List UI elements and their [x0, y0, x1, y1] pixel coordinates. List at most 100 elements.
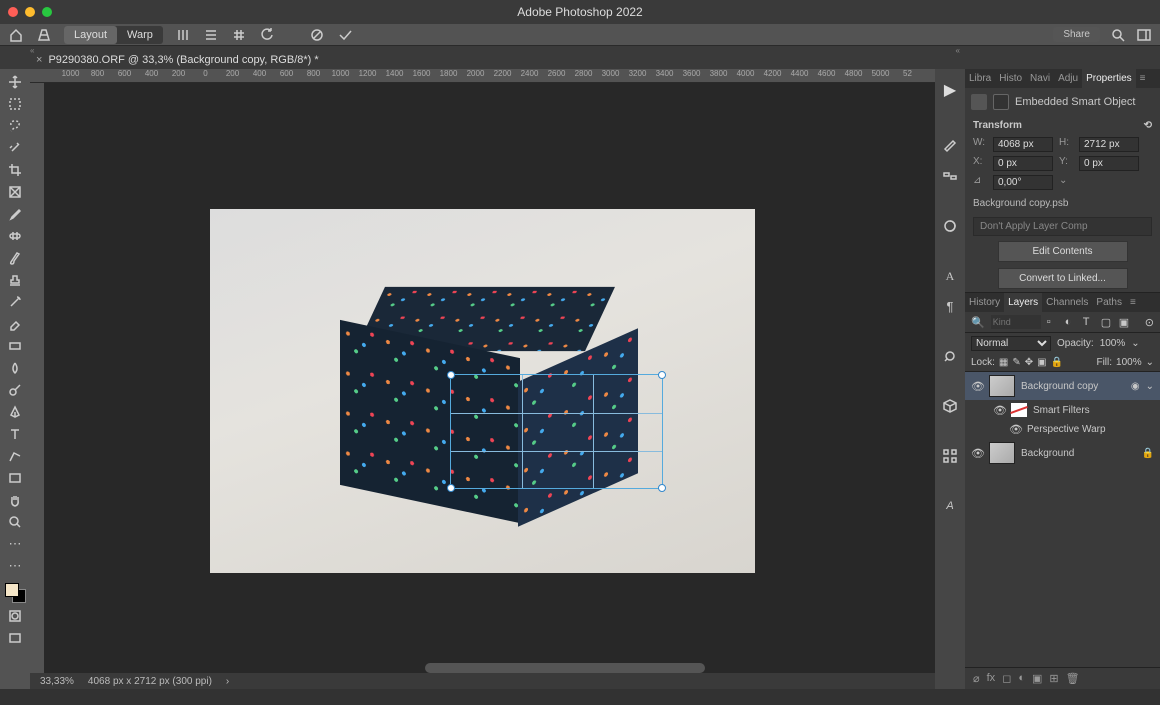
more-tools[interactable]: ⋯	[4, 535, 26, 553]
filter-search-icon[interactable]: 🔍	[971, 316, 985, 329]
adjustment-add-icon[interactable]: ◐	[1018, 672, 1025, 685]
lock-trans-icon[interactable]: ▦	[999, 357, 1008, 368]
grid-both-icon[interactable]	[231, 27, 247, 43]
status-more-icon[interactable]: ›	[226, 676, 229, 687]
layer-name[interactable]: Background copy	[1021, 381, 1098, 392]
close-window[interactable]	[8, 7, 18, 17]
tab-adjustments[interactable]: Adju	[1054, 69, 1082, 88]
layer-row[interactable]: 👁 Background copy ◉ ⌄	[965, 372, 1160, 400]
layer-thumbnail[interactable]	[989, 375, 1015, 397]
wand-tool[interactable]	[4, 139, 26, 157]
visibility-icon[interactable]: 👁	[971, 447, 983, 460]
zoom-level[interactable]: 33,33%	[40, 676, 74, 687]
stamp-tool[interactable]	[4, 271, 26, 289]
play-action-icon[interactable]: ▶	[935, 75, 965, 105]
filter-toggle[interactable]: ⊙	[1145, 316, 1154, 329]
glyphs-panel-icon[interactable]: A	[941, 497, 959, 515]
marquee-tool[interactable]	[4, 95, 26, 113]
layer-filter-input[interactable]	[991, 315, 1041, 329]
layer-thumbnail[interactable]	[989, 442, 1015, 464]
history-brush-tool[interactable]	[4, 293, 26, 311]
canvas-area[interactable]: 1000800600400200020040060080010001200140…	[30, 69, 935, 689]
lock-all-icon[interactable]: 🔒	[1051, 357, 1063, 368]
3d-panel-icon[interactable]	[941, 397, 959, 415]
shape-tool[interactable]	[4, 469, 26, 487]
search-icon[interactable]	[1110, 27, 1126, 43]
tab-properties[interactable]: Properties	[1082, 69, 1136, 88]
brush-panel-icon[interactable]	[941, 347, 959, 365]
tab-histogram[interactable]: Histo	[995, 69, 1026, 88]
minimize-window[interactable]	[25, 7, 35, 17]
character-panel-icon[interactable]: A	[941, 267, 959, 285]
swatches-panel-icon[interactable]	[941, 167, 959, 185]
visibility-icon[interactable]: 👁	[1009, 423, 1021, 436]
lock-pixels-icon[interactable]: ✎	[1012, 357, 1020, 368]
grid-3row-icon[interactable]	[203, 27, 219, 43]
move-tool[interactable]	[4, 73, 26, 91]
reset-icon[interactable]	[259, 27, 275, 43]
tab-paths[interactable]: Paths	[1092, 293, 1126, 312]
dodge-tool[interactable]	[4, 381, 26, 399]
angle-input[interactable]: 0,00°	[993, 175, 1053, 190]
adjustments-panel-icon[interactable]	[941, 217, 959, 235]
close-tab-icon[interactable]: ×	[36, 54, 42, 66]
filter-type-icon[interactable]: T	[1083, 316, 1095, 328]
convert-linked-button[interactable]: Convert to Linked...	[998, 268, 1128, 289]
color-panel-icon[interactable]	[941, 137, 959, 155]
commit-icon[interactable]	[337, 27, 353, 43]
frame-tool[interactable]	[4, 183, 26, 201]
filter-image-icon[interactable]: ▫	[1047, 316, 1059, 328]
filter-shape-icon[interactable]: ▢	[1101, 316, 1113, 328]
screenmode-tool[interactable]	[4, 629, 26, 647]
blur-tool[interactable]	[4, 359, 26, 377]
y-input[interactable]: 0 px	[1079, 156, 1139, 171]
panel-menu-icon[interactable]: ≡	[1136, 69, 1150, 88]
styles-panel-icon[interactable]	[941, 447, 959, 465]
layer-row[interactable]: 👁 Background 🔒	[965, 439, 1160, 467]
eyedropper-tool[interactable]	[4, 205, 26, 223]
visibility-icon[interactable]: 👁	[971, 380, 983, 393]
filter-adjust-icon[interactable]: ◐	[1065, 316, 1077, 328]
tab-libraries[interactable]: Libra	[965, 69, 995, 88]
layer-add-icon[interactable]: ⊞	[1049, 672, 1058, 685]
link-layers-icon[interactable]: ⌀	[973, 672, 980, 685]
perspective-warp-icon[interactable]	[36, 27, 52, 43]
fx-icon[interactable]: fx	[987, 672, 996, 685]
share-button[interactable]: Share	[1053, 27, 1100, 42]
visibility-icon[interactable]: 👁	[993, 404, 1005, 417]
layer-row[interactable]: 👁 Smart Filters	[965, 400, 1160, 420]
workspace-icon[interactable]	[1136, 27, 1152, 43]
blend-mode-select[interactable]: Normal	[971, 336, 1051, 351]
group-add-icon[interactable]: ▣	[1032, 672, 1042, 685]
warp-mode-button[interactable]: Warp	[117, 26, 163, 44]
tab-history[interactable]: History	[965, 293, 1004, 312]
grid-3col-icon[interactable]	[175, 27, 191, 43]
document-canvas[interactable]	[210, 209, 755, 573]
edit-contents-button[interactable]: Edit Contents	[998, 241, 1128, 262]
document-tab[interactable]: P9290380.ORF @ 33,3% (Background copy, R…	[48, 54, 318, 66]
gradient-tool[interactable]	[4, 337, 26, 355]
trash-icon[interactable]: 🗑	[1066, 672, 1080, 685]
layer-name[interactable]: Background	[1021, 448, 1074, 459]
layer-row[interactable]: 👁 Perspective Warp	[965, 420, 1160, 439]
horizontal-scrollbar[interactable]	[425, 663, 705, 673]
layout-mode-button[interactable]: Layout	[64, 26, 117, 44]
tab-navigator[interactable]: Navi	[1026, 69, 1054, 88]
lock-pos-icon[interactable]: ✥	[1025, 357, 1033, 368]
zoom-tool[interactable]	[4, 513, 26, 531]
quickmask-tool[interactable]	[4, 607, 26, 625]
cancel-icon[interactable]	[309, 27, 325, 43]
lock-icon[interactable]: 🔒	[1142, 448, 1154, 459]
home-icon[interactable]	[8, 27, 24, 43]
opacity-value[interactable]: 100%	[1100, 338, 1126, 349]
layercomp-select[interactable]: Don't Apply Layer Comp	[973, 217, 1152, 236]
eraser-tool[interactable]	[4, 315, 26, 333]
hand-tool[interactable]	[4, 491, 26, 509]
heal-tool[interactable]	[4, 227, 26, 245]
mask-add-icon[interactable]: ◻	[1002, 672, 1011, 685]
edit-toolbar[interactable]: ⋯	[4, 557, 26, 575]
reset-transform-icon[interactable]: ⟲	[1144, 120, 1152, 131]
brush-tool[interactable]	[4, 249, 26, 267]
tab-layers[interactable]: Layers	[1004, 293, 1042, 312]
type-tool[interactable]	[4, 425, 26, 443]
